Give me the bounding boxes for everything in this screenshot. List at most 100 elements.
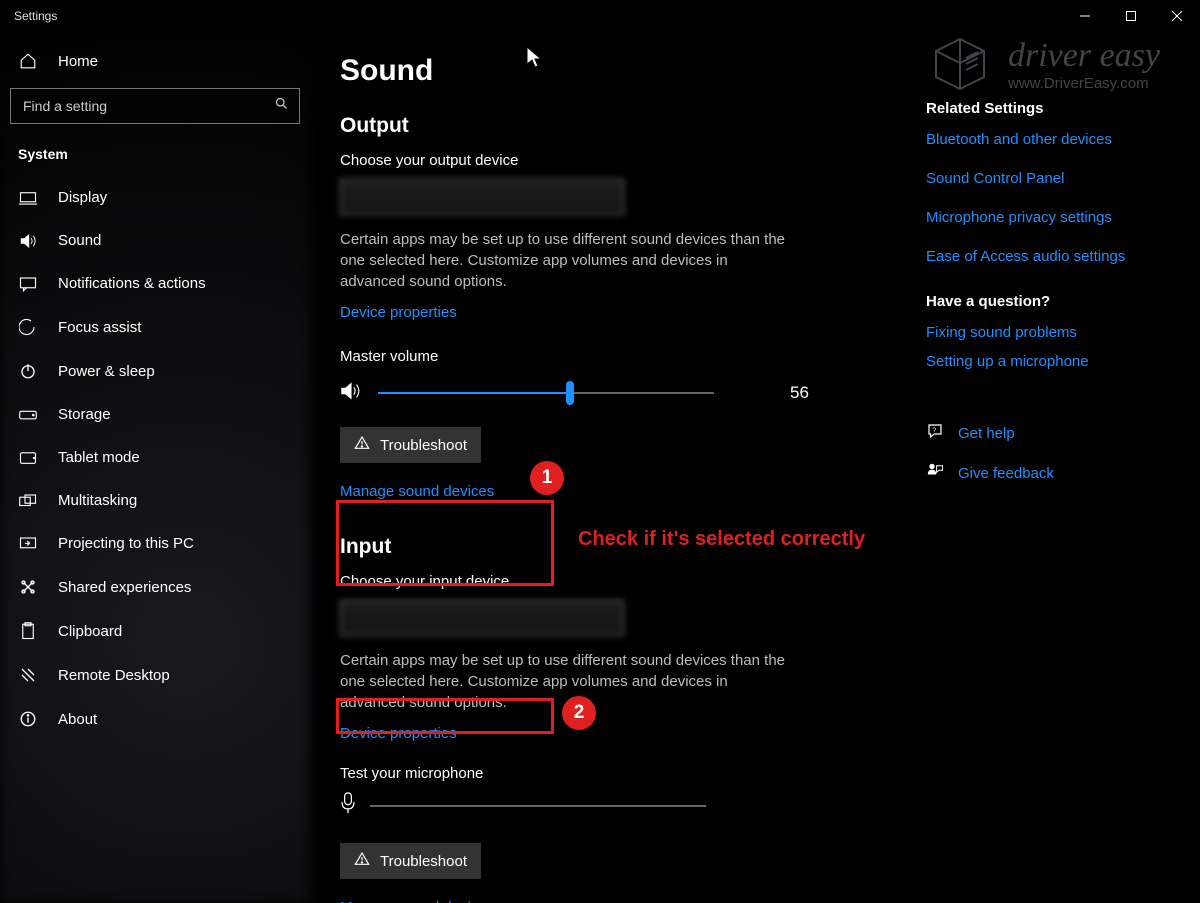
home-icon: [18, 52, 38, 70]
page-title: Sound: [340, 54, 900, 88]
output-help-text: Certain apps may be set up to use differ…: [340, 229, 790, 292]
sidebar-home-label: Home: [58, 53, 98, 70]
sidebar-item-about[interactable]: About: [0, 697, 310, 741]
microphone-icon: [340, 792, 356, 819]
aside-link-setting-up-microphone[interactable]: Setting up a microphone: [926, 353, 1186, 370]
sidebar-item-storage[interactable]: Storage: [0, 393, 310, 436]
sidebar-item-multitasking[interactable]: Multitasking: [0, 479, 310, 522]
sidebar-item-label: Tablet mode: [58, 449, 140, 466]
output-choose-label: Choose your output device: [340, 152, 900, 169]
titlebar: Settings: [0, 0, 1200, 32]
sidebar-item-label: Notifications & actions: [58, 275, 206, 292]
microphone-level-bar: [370, 805, 706, 807]
sidebar-item-label: Storage: [58, 406, 111, 423]
aside-link-fixing-sound[interactable]: Fixing sound problems: [926, 324, 1186, 341]
have-question-heading: Have a question?: [926, 293, 1186, 310]
sidebar-item-label: Multitasking: [58, 492, 137, 509]
warning-icon: [354, 435, 370, 455]
main-content: Sound Output Choose your output device C…: [340, 40, 900, 903]
sidebar-item-label: Clipboard: [58, 623, 122, 640]
clipboard-icon: [18, 622, 38, 640]
aside: Related Settings Bluetooth and other dev…: [926, 90, 1186, 502]
watermark-url: www.DriverEasy.com: [1008, 75, 1160, 92]
aside-link-sound-control-panel[interactable]: Sound Control Panel: [926, 170, 1186, 187]
sidebar-home[interactable]: Home: [0, 32, 310, 88]
sidebar-item-focus-assist[interactable]: Focus assist: [0, 305, 310, 349]
sidebar-item-label: Display: [58, 189, 107, 206]
close-button[interactable]: [1154, 0, 1200, 32]
shared-icon: [18, 578, 38, 596]
notifications-icon: [18, 276, 38, 292]
sidebar-item-projecting[interactable]: Projecting to this PC: [0, 522, 310, 565]
volume-icon[interactable]: [340, 381, 362, 406]
aside-link-bluetooth[interactable]: Bluetooth and other devices: [926, 131, 1186, 148]
sidebar-item-display[interactable]: Display: [0, 176, 310, 219]
watermark-logo-icon: [930, 36, 990, 92]
window-title: Settings: [0, 9, 57, 23]
sidebar-item-tablet-mode[interactable]: Tablet mode: [0, 436, 310, 479]
related-settings-heading: Related Settings: [926, 100, 1186, 117]
sidebar-item-label: Power & sleep: [58, 363, 155, 380]
input-help-text: Certain apps may be set up to use differ…: [340, 650, 790, 713]
sidebar-item-notifications[interactable]: Notifications & actions: [0, 262, 310, 305]
input-heading: Input: [340, 535, 900, 559]
focus-icon: [18, 318, 38, 336]
sidebar-item-label: Projecting to this PC: [58, 535, 194, 552]
sidebar: Home System Display Sound: [0, 32, 310, 903]
output-device-properties-link[interactable]: Device properties: [340, 304, 457, 321]
search-input[interactable]: [21, 97, 274, 115]
power-icon: [18, 362, 38, 380]
sidebar-item-sound[interactable]: Sound: [0, 219, 310, 262]
give-feedback-label: Give feedback: [958, 465, 1054, 482]
feedback-icon: [926, 462, 944, 484]
search-box[interactable]: [10, 88, 300, 124]
input-device-properties-link[interactable]: Device properties: [340, 725, 457, 742]
aside-link-ease-of-access-audio[interactable]: Ease of Access audio settings: [926, 248, 1186, 265]
aside-link-microphone-privacy[interactable]: Microphone privacy settings: [926, 209, 1186, 226]
sidebar-item-label: About: [58, 711, 97, 728]
search-icon: [274, 96, 289, 116]
remote-icon: [18, 666, 38, 684]
volume-slider[interactable]: [378, 379, 714, 407]
volume-value: 56: [790, 383, 809, 403]
maximize-button[interactable]: [1108, 0, 1154, 32]
sidebar-item-label: Shared experiences: [58, 579, 191, 596]
display-icon: [18, 191, 38, 205]
sidebar-item-shared-experiences[interactable]: Shared experiences: [0, 565, 310, 609]
input-choose-label: Choose your input device: [340, 573, 900, 590]
svg-text:?: ?: [932, 427, 936, 434]
sidebar-item-label: Focus assist: [58, 319, 141, 336]
output-troubleshoot-button[interactable]: Troubleshoot: [340, 427, 481, 463]
watermark-brand: driver easy: [1008, 37, 1160, 75]
input-manage-devices-link[interactable]: Manage sound devices: [340, 899, 494, 903]
sidebar-item-label: Remote Desktop: [58, 667, 170, 684]
sidebar-item-clipboard[interactable]: Clipboard: [0, 609, 310, 653]
warning-icon: [354, 851, 370, 871]
give-feedback-link[interactable]: Give feedback: [926, 462, 1186, 484]
window-controls: [1062, 0, 1200, 32]
master-volume-label: Master volume: [340, 348, 900, 365]
minimize-button[interactable]: [1062, 0, 1108, 32]
get-help-label: Get help: [958, 425, 1015, 442]
projecting-icon: [18, 536, 38, 552]
watermark: driver easy www.DriverEasy.com: [930, 36, 1160, 92]
output-heading: Output: [340, 114, 900, 138]
multitasking-icon: [18, 494, 38, 508]
output-manage-devices-link[interactable]: Manage sound devices: [340, 483, 494, 500]
about-icon: [18, 710, 38, 728]
output-device-dropdown[interactable]: [340, 179, 624, 215]
input-device-dropdown[interactable]: [340, 600, 624, 636]
help-icon: ?: [926, 422, 944, 444]
sidebar-category: System: [0, 142, 310, 176]
test-microphone-label: Test your microphone: [340, 765, 900, 782]
sidebar-item-label: Sound: [58, 232, 101, 249]
input-troubleshoot-button[interactable]: Troubleshoot: [340, 843, 481, 879]
troubleshoot-label: Troubleshoot: [380, 437, 467, 454]
sound-icon: [18, 233, 38, 249]
sidebar-item-power-sleep[interactable]: Power & sleep: [0, 349, 310, 393]
tablet-icon: [18, 451, 38, 465]
sidebar-item-remote-desktop[interactable]: Remote Desktop: [0, 653, 310, 697]
storage-icon: [18, 409, 38, 421]
troubleshoot-label: Troubleshoot: [380, 853, 467, 870]
get-help-link[interactable]: ? Get help: [926, 422, 1186, 444]
